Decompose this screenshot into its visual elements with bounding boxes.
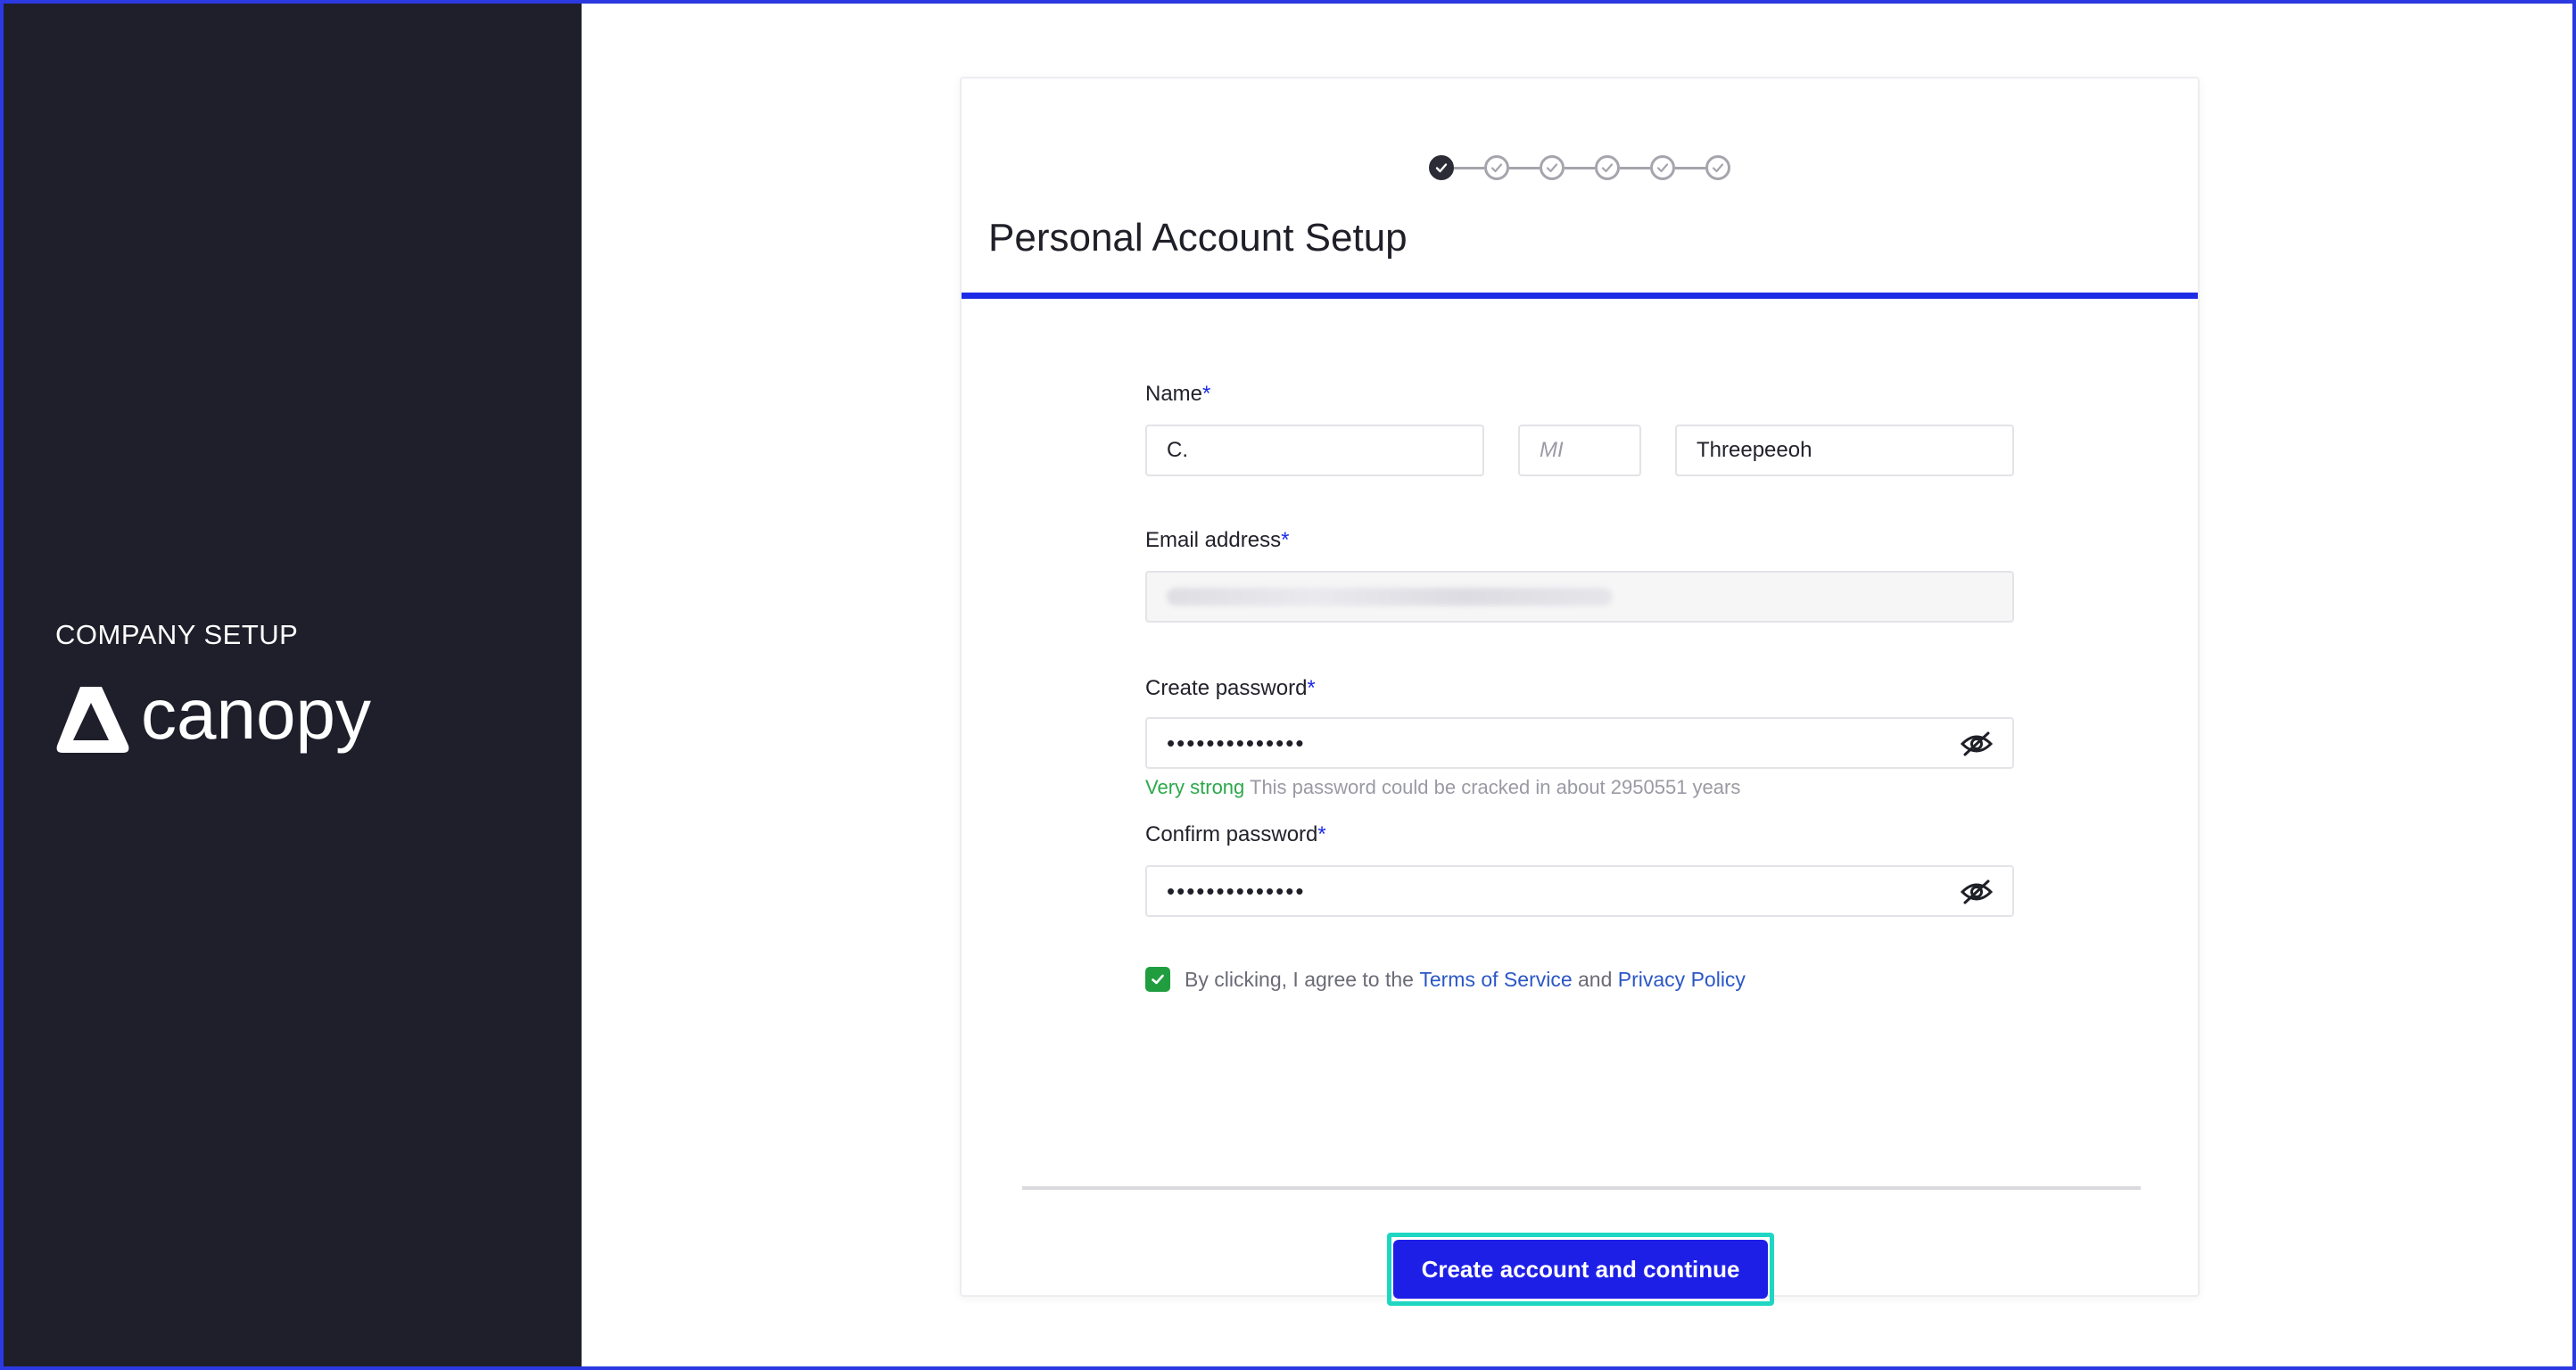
step-connector [1454,166,1484,169]
eye-slash-icon[interactable] [1961,730,1993,757]
step-1 [1429,155,1454,180]
checkmark-icon [1152,974,1164,985]
step-6 [1705,155,1730,180]
eye-slash-icon[interactable] [1961,879,1993,905]
last-name-value: Threepeeoh [1697,438,1812,462]
footer-divider [1022,1186,2141,1190]
check-icon [1712,163,1724,173]
step-connector [1675,166,1705,169]
terms-agreement: By clicking, I agree to the Terms of Ser… [1145,967,1746,992]
first-name-value: C. [1167,438,1188,462]
agree-prefix: By clicking, I agree to the [1185,967,1414,991]
agree-and: and [1578,967,1613,991]
step-2 [1484,155,1509,180]
create-password-input[interactable]: •••••••••••••• [1145,717,2014,769]
password-strength: Very strong This password could be crack… [1145,776,1740,799]
sidebar: COMPANY SETUP canopy [4,4,582,1366]
required-mark: * [1281,528,1290,552]
email-label-text: Email address [1145,528,1282,552]
strength-label: Very strong [1145,776,1245,798]
create-account-button[interactable]: Create account and continue [1393,1240,1768,1299]
step-connector [1509,166,1540,169]
progress-stepper [962,153,2198,182]
title-divider [962,293,2198,299]
confirm-password-label-text: Confirm password [1145,822,1318,846]
check-icon [1601,163,1614,173]
redacted-email-value [1167,588,1613,606]
strength-hint: This password could be cracked in about … [1250,776,1741,798]
page-title: Personal Account Setup [988,216,1408,260]
confirm-password-input[interactable]: •••••••••••••• [1145,865,2014,917]
terms-of-service-link[interactable]: Terms of Service [1419,968,1572,992]
step-3 [1540,155,1565,180]
confirm-password-label: Confirm password* [1145,822,1326,847]
step-connector [1620,166,1650,169]
email-field[interactable] [1145,571,2014,623]
middle-initial-placeholder: MI [1540,438,1564,462]
privacy-policy-link[interactable]: Privacy Policy [1618,968,1746,992]
app-window: COMPANY SETUP canopy Personal Account Se… [0,0,2576,1370]
agree-checkbox[interactable] [1145,967,1170,992]
check-icon [1546,163,1558,173]
name-label-text: Name [1145,382,1203,406]
check-icon [1435,163,1448,173]
required-mark: * [1202,382,1211,406]
step-connector [1565,166,1595,169]
required-mark: * [1307,676,1316,700]
last-name-input[interactable]: Threepeeoh [1675,425,2014,476]
brand-wordmark: canopy [141,674,371,754]
create-password-label: Create password* [1145,676,1316,701]
check-icon [1656,163,1669,173]
company-setup-eyebrow: COMPANY SETUP [55,619,299,650]
confirm-password-masked-value: •••••••••••••• [1167,877,1306,904]
middle-initial-input[interactable]: MI [1518,425,1641,476]
step-5 [1650,155,1675,180]
name-label: Name* [1145,382,1210,407]
check-icon [1490,163,1503,173]
canopy-logo: canopy [55,677,371,756]
email-label: Email address* [1145,528,1289,553]
first-name-input[interactable]: C. [1145,425,1484,476]
setup-card: Personal Account Setup Name* C. MI Three… [960,77,2200,1306]
canopy-triangle-logo-icon [56,687,129,753]
step-4 [1595,155,1620,180]
main-content: Personal Account Setup Name* C. MI Three… [582,4,2572,1366]
create-password-label-text: Create password [1145,676,1308,700]
password-masked-value: •••••••••••••• [1167,729,1306,756]
required-mark: * [1317,822,1326,846]
